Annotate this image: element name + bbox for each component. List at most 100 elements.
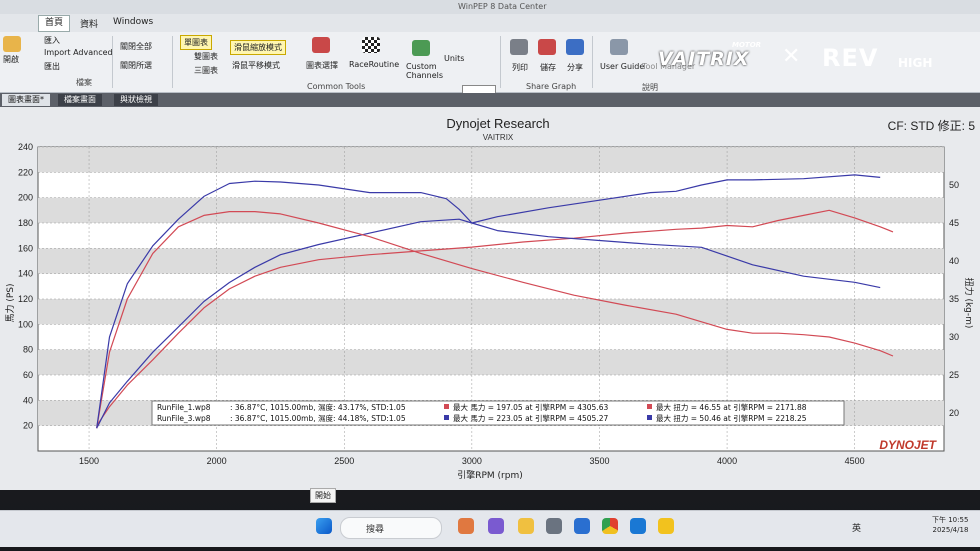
tab-home[interactable]: 首頁 (38, 15, 71, 32)
x-tick-label: 1500 (79, 456, 99, 466)
chart-select-button[interactable]: 圖表選擇 (306, 60, 338, 71)
open-button[interactable]: 開啟 (3, 54, 19, 65)
y-right-tick-label: 35 (949, 294, 959, 304)
clock-date: 2025/4/18 (932, 526, 969, 534)
x-tick-label: 3000 (462, 456, 482, 466)
y-right-tick-label: 50 (949, 180, 959, 190)
legend-run1-swatch-tq (647, 404, 652, 409)
tab-data[interactable]: 資料 (80, 17, 98, 30)
close-selected-button[interactable]: 關閉所選 (120, 60, 152, 71)
save-button[interactable]: 儲存 (540, 62, 556, 73)
photos-icon[interactable] (574, 518, 590, 534)
save-icon[interactable] (538, 39, 556, 55)
user-guide-icon[interactable] (610, 39, 628, 55)
window-title: WinPEP 8 Data Center (458, 2, 547, 11)
units-label: Units (444, 54, 465, 63)
search-label: 搜尋 (366, 525, 385, 535)
y-left-tick-label: 120 (18, 294, 33, 304)
legend-run1-swatch-hp (444, 404, 449, 409)
user-guide-button[interactable]: User Guide (600, 62, 644, 71)
x-axis-label: 引擎RPM (rpm) (457, 469, 523, 481)
chrome-icon[interactable] (602, 518, 618, 534)
chart-title: Dynojet Research (446, 116, 549, 131)
y-left-tick-label: 60 (23, 370, 33, 380)
clock-time: 下午 10:55 (932, 516, 969, 524)
dyno-chart[interactable]: 20 40 60 80 100 120 140 160 180 200 220 240 1500 2000… (0, 107, 980, 490)
vaitrix-logo: VAITRIX (658, 48, 750, 70)
import-button[interactable]: 匯入 (44, 35, 60, 46)
y-right-tick-label: 25 (949, 370, 959, 380)
system-clock[interactable]: 下午 10:55 2025/4/18 (932, 515, 968, 535)
dynojet-watermark: DYNOJET (879, 438, 937, 452)
import-advanced-button[interactable]: Import Advanced (44, 48, 113, 57)
collab-cross-icon: ✕ (782, 44, 801, 69)
help-group-label: 說明 (642, 83, 658, 92)
legend-run3-max-tq: 最大 扭力 = 50.46 at 引擎RPM = 2218.25 (656, 413, 807, 423)
triple-chart-button[interactable]: 三圖表 (194, 65, 218, 76)
single-chart-button[interactable]: 單圖表 (180, 35, 212, 50)
x-tick-label: 2000 (207, 456, 227, 466)
mouse-zoom-mode-button[interactable]: 滑鼠縮放模式 (230, 40, 286, 55)
camera-icon[interactable] (546, 518, 562, 534)
y-right-tick-label: 45 (949, 218, 959, 228)
legend-run1-file: RunFile_1.wp8 (157, 403, 211, 412)
share-graph-group-label: Share Graph (526, 82, 577, 91)
x-tick-label: 3500 (589, 456, 609, 466)
tab-file-view[interactable]: 檔案畫面 (58, 94, 102, 106)
document-tabs: 圖表畫面* 檔案畫面 與狀檢視 (0, 93, 980, 107)
outlook-icon[interactable] (630, 518, 646, 534)
checkered-flag-icon[interactable] (362, 37, 380, 53)
grid-band (38, 248, 944, 274)
export-button[interactable]: 匯出 (44, 61, 60, 72)
close-all-button[interactable]: 關閉全部 (120, 41, 152, 52)
legend-run3-file: RunFile_3.wp8 (157, 414, 211, 423)
share-icon[interactable] (566, 39, 584, 55)
ribbon-separator (500, 36, 501, 88)
print-icon[interactable] (510, 39, 528, 55)
y-left-tick-label: 220 (18, 167, 33, 177)
title-bar: WinPEP 8 Data Center (0, 0, 980, 14)
legend-run1-max-hp: 最大 馬力 = 197.05 at 引擎RPM = 4305.63 (453, 402, 608, 412)
ribbon-separator (172, 36, 173, 88)
y-right-tick-label: 30 (949, 332, 959, 342)
input-language-indicator[interactable]: 英 (852, 521, 861, 534)
grid-band (38, 147, 944, 173)
tab-graph-view[interactable]: 圖表畫面* (2, 94, 50, 106)
open-folder-icon[interactable] (3, 36, 21, 52)
legend-run1-max-tq: 最大 扭力 = 46.55 at 引擎RPM = 2171.88 (656, 402, 807, 412)
chart-select-icon[interactable] (312, 37, 330, 53)
grid-band (38, 197, 944, 223)
copilot-icon[interactable] (488, 518, 504, 534)
y-right-tick-label: 40 (949, 256, 959, 266)
tab-windows[interactable]: Windows (113, 17, 153, 27)
y-left-tick-label: 80 (23, 345, 33, 355)
print-button[interactable]: 列印 (512, 62, 528, 73)
rev-high-logo-subtext: HIGH (898, 56, 933, 70)
custom-channels-button[interactable]: Custom Channels (406, 62, 443, 80)
tab-status-view[interactable]: 與狀檢視 (114, 94, 158, 106)
legend-run3-conditions: : 36.87°C, 1015.00mb, 濕度: 44.18%, STD:1.… (230, 413, 406, 423)
y-left-tick-label: 100 (18, 319, 33, 329)
taskbar-search-box[interactable] (340, 517, 442, 539)
y-left-tick-label: 180 (18, 218, 33, 228)
custom-channels-icon[interactable] (412, 40, 430, 56)
windows-start-icon[interactable] (316, 518, 332, 534)
menu-tabs: 首頁 資料 Windows (0, 14, 980, 32)
app-icon[interactable] (458, 518, 474, 534)
legend-run3-swatch-tq (647, 415, 652, 420)
file-explorer-icon[interactable] (518, 518, 534, 534)
y-left-tick-label: 20 (23, 421, 33, 431)
ribbon-separator (112, 36, 113, 88)
double-chart-button[interactable]: 雙圖表 (194, 51, 218, 62)
common-tools-group-label: Common Tools (307, 82, 366, 91)
y-axis-right-label: 扭力 (kg-m) (963, 278, 975, 329)
share-button[interactable]: 分享 (567, 62, 583, 73)
x-tick-label: 4000 (717, 456, 737, 466)
x-tick-label: 2500 (334, 456, 354, 466)
race-routine-button[interactable]: RaceRoutine (349, 60, 399, 69)
correction-factor-label: CF: STD 修正: 5 (888, 118, 976, 133)
y-left-tick-label: 140 (18, 269, 33, 279)
y-left-tick-label: 240 (18, 142, 33, 152)
mouse-pan-mode-button[interactable]: 滑鼠平移模式 (232, 60, 280, 71)
winpep-icon[interactable] (658, 518, 674, 534)
